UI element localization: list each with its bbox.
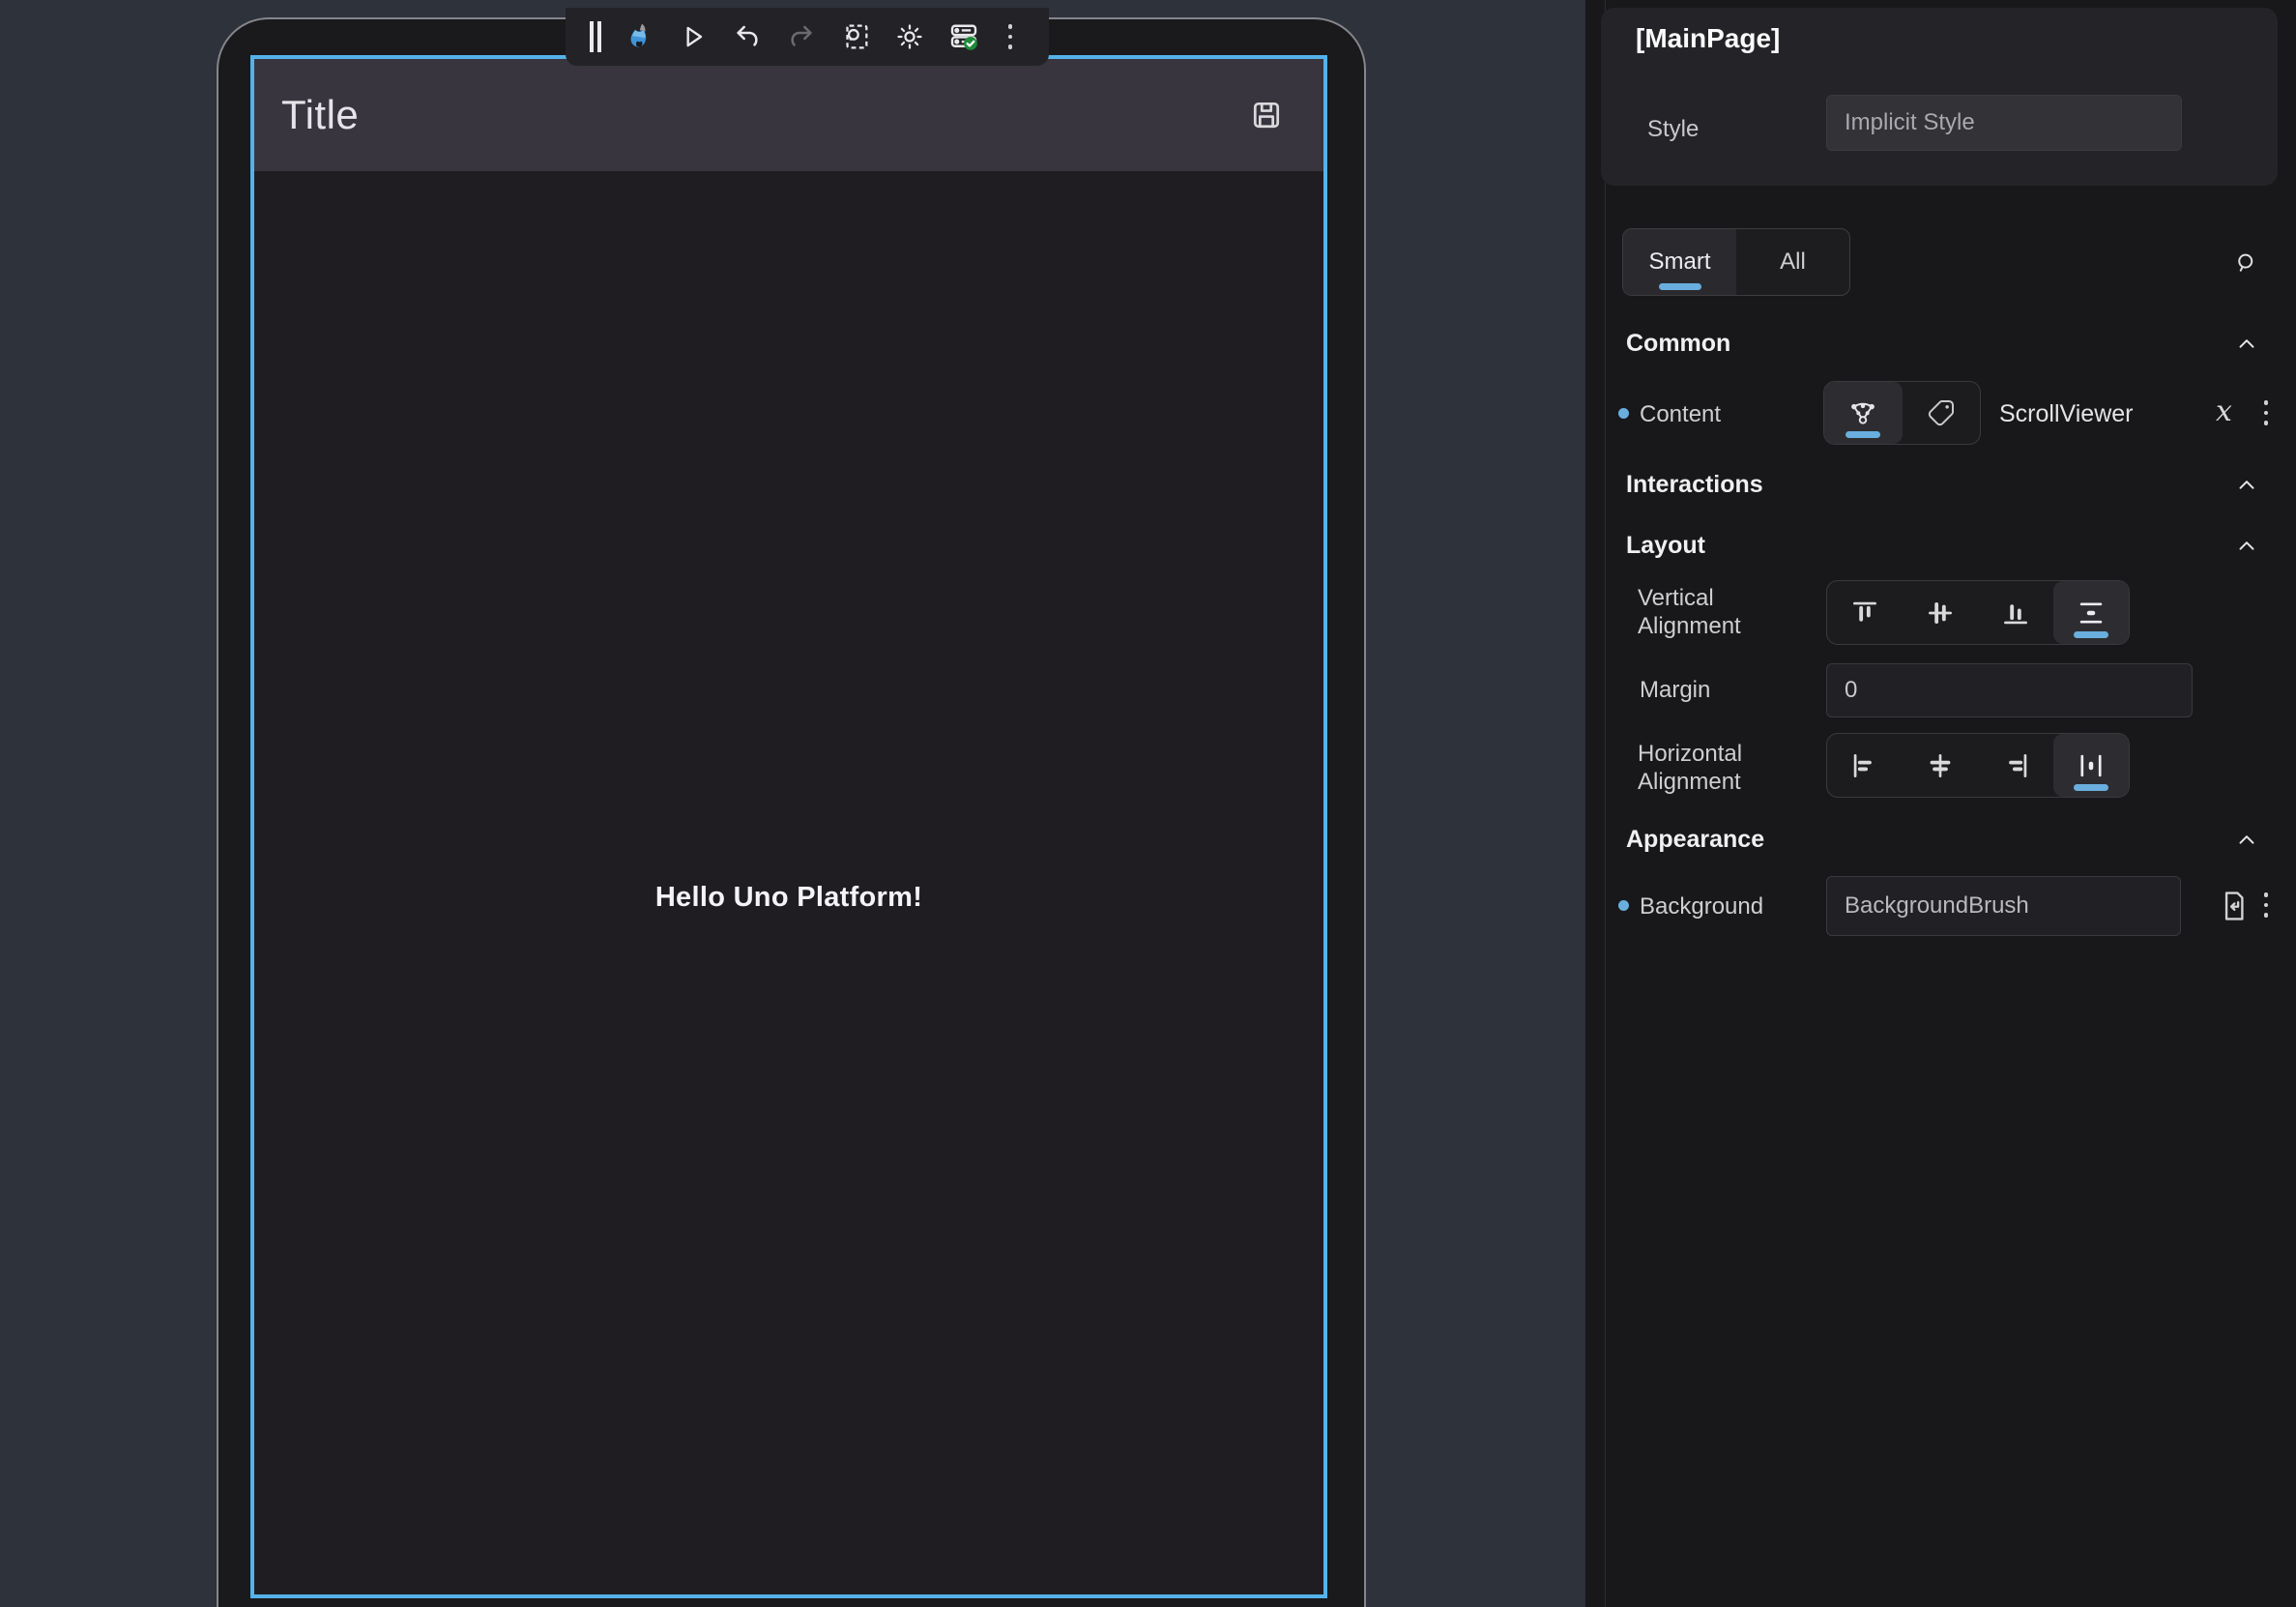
play-button[interactable]	[666, 8, 720, 66]
style-label: Style	[1647, 116, 1699, 143]
content-options-button[interactable]	[2262, 400, 2270, 425]
content-mode-element[interactable]	[1824, 382, 1903, 444]
search-properties-button[interactable]	[2227, 244, 2266, 282]
undo-button[interactable]	[720, 8, 774, 66]
chevron-up-icon	[2234, 828, 2259, 853]
hot-design-surface: Title Hello Uno Platform!	[0, 0, 2296, 1607]
content-modified-dot	[1618, 408, 1629, 419]
vertical-alignment-label: Vertical Alignment	[1638, 584, 1792, 640]
hot-design-toolbar	[566, 8, 1049, 66]
collapse-layout-button[interactable]	[2229, 532, 2264, 561]
hello-text[interactable]: Hello Uno Platform!	[254, 882, 1323, 914]
valign-selected-indicator	[2074, 631, 2108, 638]
halign-left-button[interactable]	[1827, 734, 1903, 797]
collapse-common-button[interactable]	[2229, 330, 2264, 359]
content-mode-tag[interactable]	[1903, 382, 1981, 444]
tab-all[interactable]: All	[1736, 229, 1849, 295]
align-bottom-icon	[1999, 597, 2032, 629]
background-label: Background	[1640, 893, 1763, 920]
save-button[interactable]	[1244, 93, 1289, 137]
active-tab-indicator	[1659, 283, 1701, 290]
redo-button[interactable]	[774, 8, 828, 66]
element-inspector-button[interactable]	[828, 8, 883, 66]
theme-toggle-button[interactable]	[883, 8, 937, 66]
search-icon	[2232, 248, 2261, 278]
align-right-icon	[1999, 749, 2032, 782]
content-value: ScrollViewer	[1999, 400, 2133, 428]
content-label: Content	[1640, 401, 1721, 428]
background-input[interactable]	[1826, 876, 2181, 936]
save-icon	[1248, 97, 1285, 133]
valign-bottom-button[interactable]	[1978, 581, 2053, 644]
horizontal-alignment-label: Horizontal Alignment	[1638, 740, 1792, 796]
chevron-up-icon	[2234, 473, 2259, 498]
collapse-appearance-button[interactable]	[2229, 826, 2264, 855]
mainpage-selected-element[interactable]: Title Hello Uno Platform!	[250, 55, 1327, 1598]
resource-link-icon[interactable]	[2216, 888, 2252, 924]
properties-panel: [MainPage] Style Smart All Common	[1585, 0, 2296, 1607]
drag-handle-icon[interactable]	[579, 8, 612, 66]
section-interactions: Interactions	[1626, 471, 1763, 499]
collapse-interactions-button[interactable]	[2229, 471, 2264, 500]
align-hcenter-icon	[1924, 749, 1957, 782]
bind-expression-icon[interactable]: 𝑥	[2216, 394, 2232, 428]
background-modified-dot	[1618, 900, 1629, 911]
margin-label: Margin	[1640, 677, 1710, 704]
background-options-button[interactable]	[2262, 892, 2270, 918]
content-mode-toggle	[1823, 381, 1981, 445]
chevron-up-icon	[2234, 332, 2259, 357]
property-filter-tabs: Smart All	[1622, 228, 1850, 296]
selected-element-name: [MainPage]	[1636, 23, 1780, 54]
horizontal-alignment-group	[1826, 733, 2130, 798]
style-input[interactable]	[1826, 95, 2182, 151]
halign-center-button[interactable]	[1903, 734, 1978, 797]
halign-right-button[interactable]	[1978, 734, 2053, 797]
chevron-up-icon	[2234, 534, 2259, 559]
tab-all-label: All	[1780, 248, 1806, 276]
vertical-alignment-group	[1826, 580, 2130, 645]
align-top-icon	[1848, 597, 1881, 629]
valign-stretch-button[interactable]	[2053, 581, 2129, 644]
tag-icon	[1926, 397, 1957, 428]
selected-element-card: [MainPage] Style	[1601, 8, 2278, 186]
section-common: Common	[1626, 330, 1730, 358]
section-layout: Layout	[1626, 532, 1705, 560]
element-tree-icon	[1846, 396, 1879, 429]
section-appearance: Appearance	[1626, 826, 1764, 854]
align-left-icon	[1848, 749, 1881, 782]
halign-stretch-button[interactable]	[2053, 734, 2129, 797]
tab-smart[interactable]: Smart	[1623, 229, 1736, 295]
halign-selected-indicator	[2074, 784, 2108, 791]
dev-server-status-icon[interactable]	[937, 8, 991, 66]
margin-input[interactable]	[1826, 663, 2193, 717]
content-mode-indicator	[1846, 431, 1880, 438]
valign-top-button[interactable]	[1827, 581, 1903, 644]
align-vcenter-icon	[1924, 597, 1957, 629]
stretch-horizontal-icon	[2075, 749, 2107, 782]
overflow-menu-button[interactable]	[991, 8, 1030, 66]
stretch-vertical-icon	[2075, 597, 2107, 629]
page-content[interactable]: Hello Uno Platform!	[254, 171, 1323, 1594]
hot-reload-flame-icon[interactable]	[612, 8, 666, 66]
valign-center-button[interactable]	[1903, 581, 1978, 644]
navigation-bar[interactable]: Title	[254, 59, 1323, 171]
tab-smart-label: Smart	[1648, 248, 1710, 276]
page-title: Title	[281, 92, 359, 138]
